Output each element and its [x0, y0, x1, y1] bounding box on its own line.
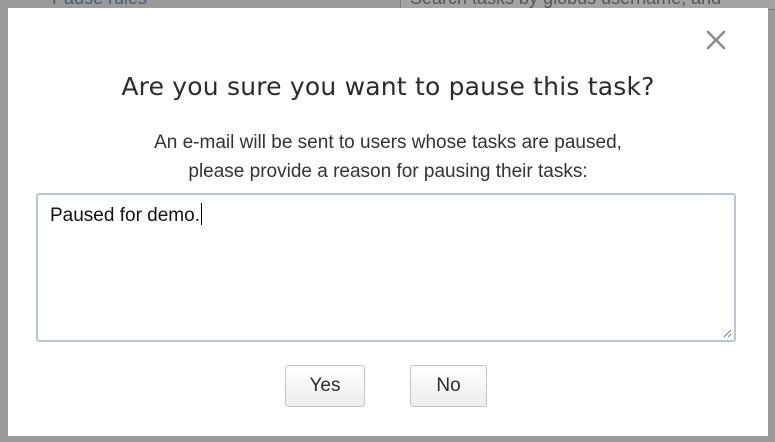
no-button[interactable]: No — [410, 365, 487, 407]
yes-button[interactable]: Yes — [285, 365, 365, 407]
dialog-title: Are you sure you want to pause this task… — [121, 72, 655, 101]
resize-handle-icon[interactable] — [722, 328, 732, 338]
dialog-message-line-1: An e-mail will be sent to users whose ta… — [154, 132, 622, 153]
dialog-message-line-2: please provide a reason for pausing thei… — [188, 161, 588, 182]
close-icon — [706, 30, 726, 50]
text-cursor — [200, 203, 202, 225]
pause-reason-textarea[interactable]: Paused for demo. — [36, 193, 736, 342]
close-button[interactable] — [702, 26, 730, 54]
pause-task-dialog: Are you sure you want to pause this task… — [8, 8, 768, 436]
pause-reason-value: Paused for demo. — [50, 205, 200, 226]
dialog-message: An e-mail will be sent to users whose ta… — [8, 128, 768, 186]
